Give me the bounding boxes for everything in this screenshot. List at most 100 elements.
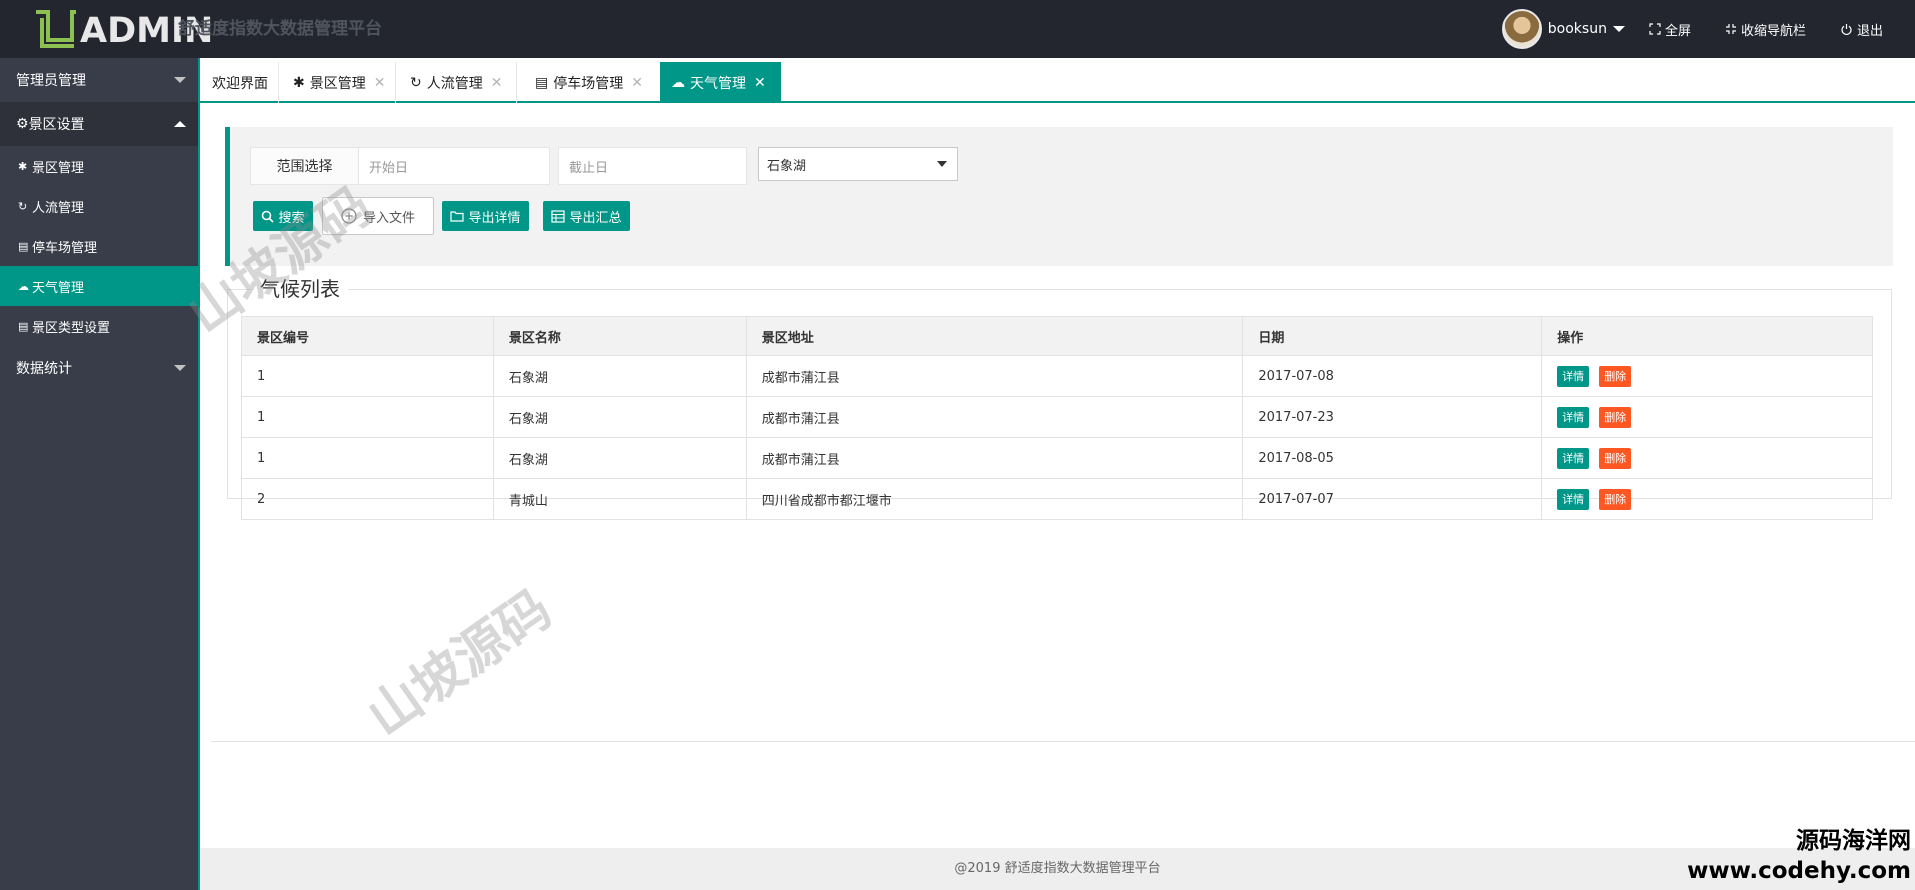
sidebar-item-label: 停车场管理 <box>32 240 98 256</box>
delete-button[interactable]: 删除 <box>1599 365 1632 387</box>
detail-button[interactable]: 详情 <box>1557 406 1590 428</box>
user-menu-caret-icon[interactable] <box>1612 26 1625 32</box>
cell-address: 成都市蒲江县 <box>745 355 1244 397</box>
cell-actions: 详情 删除 <box>1541 437 1873 479</box>
start-date-input[interactable]: 开始日 <box>359 148 549 184</box>
sidebar-submenu: ✱ 景区管理 ↻ 人流管理 ▤ 停车场管理 ☁ 天气管理 ▤ 景区类型设置 <box>0 146 198 346</box>
detail-button[interactable]: 详情 <box>1557 365 1590 387</box>
document-icon: ▤ <box>18 239 29 253</box>
sidebar-item-scenic[interactable]: ✱ 景区管理 <box>0 146 198 186</box>
column-header: 景区编号 <box>241 316 494 356</box>
sidebar-group-stats[interactable]: 数据统计 <box>0 346 198 390</box>
export-summary-label: 导出汇总 <box>569 210 622 226</box>
refresh-icon: ↻ <box>18 199 28 213</box>
end-date-input[interactable]: 截止日 <box>558 147 747 185</box>
tab-parking[interactable]: ▤ 停车场管理 ✕ <box>517 62 659 103</box>
column-header: 景区地址 <box>745 316 1244 356</box>
column-header: 日期 <box>1242 316 1543 356</box>
cell-date: 2017-07-07 <box>1242 478 1543 520</box>
plus-circle-icon <box>341 208 357 224</box>
refresh-icon: ↻ <box>410 74 422 91</box>
cell-name: 石象湖 <box>492 396 747 438</box>
sidebar-item-label: 景区管理 <box>32 160 85 176</box>
search-button[interactable]: 搜索 <box>253 201 313 231</box>
corner-watermark-line1: 源码海洋网 <box>1796 828 1911 854</box>
expand-icon <box>1649 23 1661 35</box>
footer: @2019 舒适度指数大数据管理平台 <box>200 848 1915 890</box>
cell-actions: 详情 删除 <box>1541 478 1873 520</box>
fullscreen-label: 全屏 <box>1664 23 1691 39</box>
detail-button[interactable]: 详情 <box>1557 488 1590 510</box>
sidebar-item-scenic-types[interactable]: ▤ 景区类型设置 <box>0 306 198 346</box>
logo: ADMIN <box>30 6 213 52</box>
tab-label: 天气管理 <box>690 75 746 92</box>
sidebar-item-label: 景区类型设置 <box>32 320 111 336</box>
sidebar: 管理员管理 ⚙ 景区设置 ✱ 景区管理 ↻ 人流管理 ▤ 停车场管理 ☁ 天气管… <box>0 58 198 890</box>
site-title: 舒适度指数大数据管理平台 <box>178 19 382 39</box>
user-name[interactable]: booksun <box>1548 21 1607 37</box>
gear-icon: ⚙ <box>16 116 29 132</box>
climate-list-fieldset: 气候列表 景区编号 景区名称 景区地址 日期 操作 1 石象湖 成都市蒲江县 2… <box>227 278 1892 520</box>
tab-scenic[interactable]: ✱ 景区管理 ✕ <box>279 62 395 103</box>
collapse-nav-button[interactable]: 收缩导航栏 <box>1725 20 1806 39</box>
tab-label: 欢迎界面 <box>212 75 268 92</box>
tab-label: 人流管理 <box>426 75 483 92</box>
chevron-down-icon <box>174 77 186 83</box>
fullscreen-button[interactable]: 全屏 <box>1649 20 1691 39</box>
export-detail-button[interactable]: 导出详情 <box>442 201 529 231</box>
tab-weather[interactable]: ☁ 天气管理 ✕ <box>660 62 781 103</box>
cell-date: 2017-08-05 <box>1242 437 1543 479</box>
cell-actions: 详情 删除 <box>1541 396 1873 438</box>
tab-welcome[interactable]: 欢迎界面 <box>200 62 278 103</box>
cell-actions: 详情 删除 <box>1541 355 1873 397</box>
palm-icon: ✱ <box>18 159 28 173</box>
chevron-down-icon <box>174 365 186 371</box>
close-icon[interactable]: ✕ <box>491 75 503 91</box>
cloud-icon: ☁ <box>18 279 29 293</box>
sidebar-group-label: 管理员管理 <box>16 73 86 89</box>
top-header: ADMIN 舒适度指数大数据管理平台 booksun 全屏 收缩导航栏 退出 <box>0 0 1915 58</box>
sidebar-item-label: 天气管理 <box>32 280 85 296</box>
column-header: 景区名称 <box>492 316 747 356</box>
logout-button[interactable]: 退出 <box>1840 20 1883 39</box>
tab-bar: 欢迎界面 ✱ 景区管理 ✕ ↻ 人流管理 ✕ ▤ 停车场管理 ✕ ☁ 天气管理 … <box>200 62 1915 103</box>
export-summary-button[interactable]: 导出汇总 <box>543 201 630 231</box>
sidebar-item-parking[interactable]: ▤ 停车场管理 <box>0 226 198 266</box>
close-icon[interactable]: ✕ <box>374 75 386 91</box>
tab-label: 停车场管理 <box>553 75 624 92</box>
palm-icon: ✱ <box>293 74 305 91</box>
delete-button[interactable]: 删除 <box>1599 447 1632 469</box>
delete-button[interactable]: 删除 <box>1599 406 1632 428</box>
folder-icon <box>450 211 465 222</box>
cell-id: 1 <box>241 355 494 397</box>
cell-id: 1 <box>241 396 494 438</box>
cell-id: 1 <box>241 437 494 479</box>
close-icon[interactable]: ✕ <box>631 75 643 91</box>
cell-address: 四川省成都市都江堰市 <box>745 478 1244 520</box>
tab-crowd[interactable]: ↻ 人流管理 ✕ <box>396 62 516 103</box>
cell-date: 2017-07-08 <box>1242 355 1543 397</box>
sidebar-group-admin[interactable]: 管理员管理 <box>0 58 198 102</box>
corner-watermark: 源码海洋网 www.codehy.com <box>1687 826 1911 886</box>
logout-label: 退出 <box>1856 23 1883 39</box>
search-icon <box>262 210 275 223</box>
cell-name: 石象湖 <box>492 355 747 397</box>
close-icon[interactable]: ✕ <box>754 75 766 91</box>
range-label: 范围选择 <box>251 148 359 184</box>
chevron-up-icon <box>174 121 186 127</box>
detail-button[interactable]: 详情 <box>1557 447 1590 469</box>
table-header-row: 景区编号 景区名称 景区地址 日期 操作 <box>241 316 1873 356</box>
delete-button[interactable]: 删除 <box>1599 488 1632 510</box>
cell-name: 石象湖 <box>492 437 747 479</box>
sidebar-item-crowd[interactable]: ↻ 人流管理 <box>0 186 198 226</box>
avatar[interactable] <box>1501 9 1542 49</box>
table-row: 1 石象湖 成都市蒲江县 2017-07-23 详情 删除 <box>241 396 1873 438</box>
sidebar-item-weather[interactable]: ☁ 天气管理 <box>0 266 198 306</box>
sidebar-group-scenic-settings[interactable]: ⚙ 景区设置 <box>0 102 198 146</box>
scenic-select[interactable]: 石象湖 <box>758 147 958 181</box>
list-title: 气候列表 <box>252 278 348 300</box>
sidebar-group-label: 数据统计 <box>16 361 72 377</box>
import-file-button[interactable]: 导入文件 <box>322 197 434 235</box>
cell-name: 青城山 <box>492 478 747 520</box>
cell-address: 成都市蒲江县 <box>745 396 1244 438</box>
